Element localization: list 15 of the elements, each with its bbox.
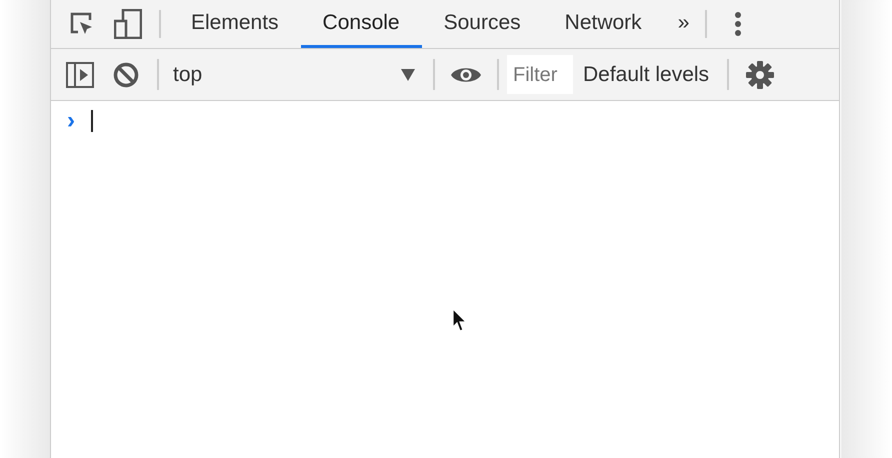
prompt-symbol: ›	[67, 109, 75, 133]
tab[interactable]: Sources	[422, 0, 543, 48]
text-cursor	[91, 110, 93, 132]
sidebar-toggle-icon[interactable]	[66, 62, 94, 88]
caret-icon	[401, 68, 415, 80]
filter-field[interactable]: Filter	[507, 55, 573, 94]
levels-dropdown[interactable]: Default levels	[573, 49, 720, 100]
device-icon[interactable]	[114, 9, 142, 39]
console-area[interactable]: ›	[51, 101, 839, 458]
tab[interactable]: Elements	[169, 0, 301, 48]
more-menu-icon[interactable]	[735, 11, 742, 37]
context-dropdown[interactable]: top	[167, 49, 425, 100]
tab[interactable]: Network	[542, 0, 664, 48]
more-tabs-button[interactable]: »	[664, 0, 698, 48]
clear-console-icon[interactable]	[113, 62, 139, 88]
